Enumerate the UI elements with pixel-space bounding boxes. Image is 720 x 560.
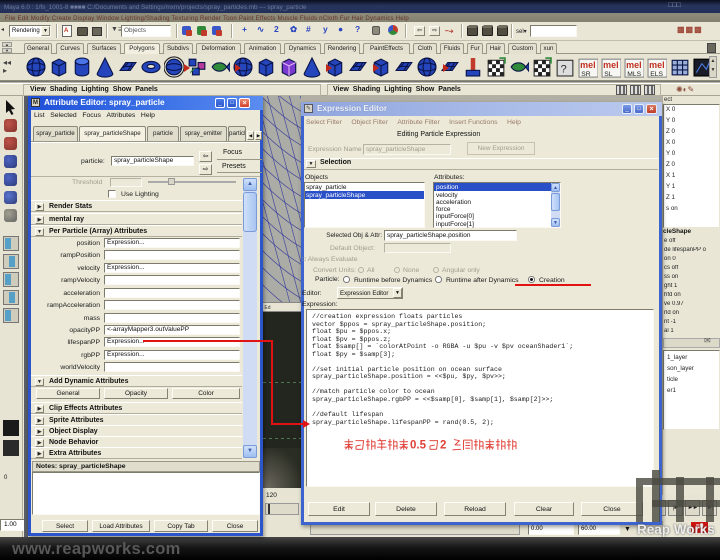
svg-text:?: ?: [561, 64, 567, 76]
svg-text:mel: mel: [580, 60, 595, 70]
svg-text:SR: SR: [581, 71, 590, 78]
svg-text:ELS: ELS: [650, 71, 663, 78]
svg-text:mel: mel: [649, 60, 664, 70]
svg-text:0.5: 0.5: [410, 440, 427, 452]
svg-text:MLS: MLS: [627, 71, 641, 78]
svg-text:mel: mel: [626, 60, 641, 70]
svg-text:SL: SL: [604, 71, 612, 78]
svg-text:mel: mel: [603, 60, 618, 70]
svg-text:2: 2: [440, 440, 446, 452]
